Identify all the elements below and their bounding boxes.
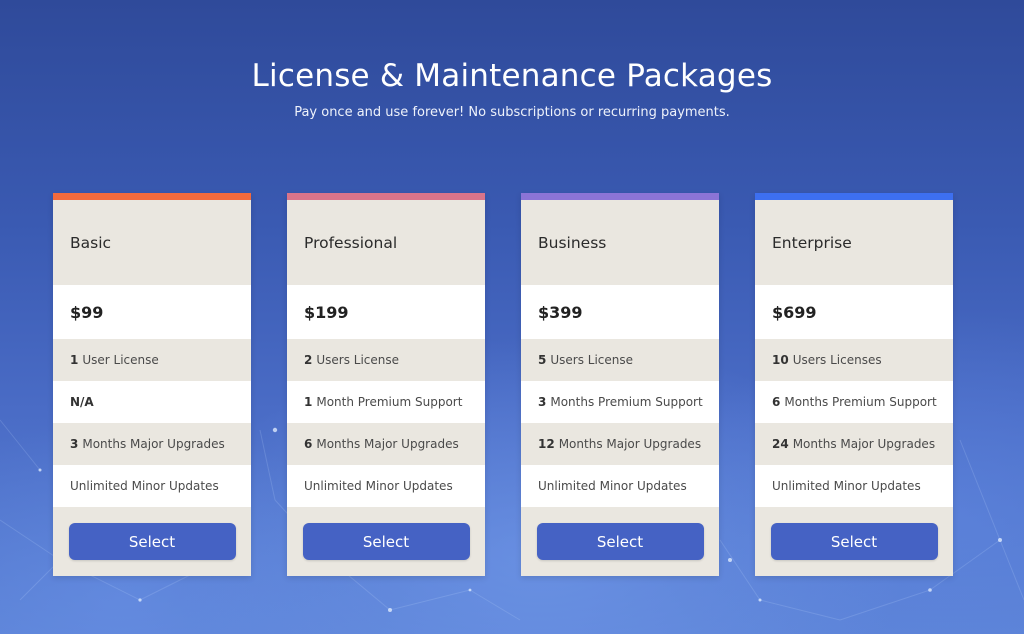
- page-subtitle: Pay once and use forever! No subscriptio…: [294, 105, 730, 120]
- pricing-card-enterprise: Enterprise $699 10 Users Licenses 6 Mont…: [755, 193, 953, 576]
- feature-license: 2 Users License: [287, 339, 485, 381]
- card-accent-bar: [287, 193, 485, 200]
- pricing-card-professional: Professional $199 2 Users License 1 Mont…: [287, 193, 485, 576]
- feature-updates: Unlimited Minor Updates: [521, 465, 719, 507]
- card-accent-bar: [755, 193, 953, 200]
- card-accent-bar: [53, 193, 251, 200]
- select-professional-button[interactable]: Select: [302, 523, 470, 560]
- feature-text: Months Premium Support: [550, 395, 703, 409]
- card-accent-bar: [521, 193, 719, 200]
- feature-upgrades: 12 Months Major Upgrades: [521, 423, 719, 465]
- feature-qty: 2: [304, 353, 313, 367]
- feature-license: 5 Users License: [521, 339, 719, 381]
- plan-price: $699: [755, 285, 953, 339]
- feature-text: Months Premium Support: [784, 395, 937, 409]
- feature-updates: Unlimited Minor Updates: [755, 465, 953, 507]
- feature-qty: 6: [304, 437, 313, 451]
- feature-text: Users License: [316, 353, 400, 367]
- page-title: License & Maintenance Packages: [251, 58, 773, 94]
- feature-license: 10 Users Licenses: [755, 339, 953, 381]
- feature-qty: 1: [70, 353, 79, 367]
- feature-upgrades: 24 Months Major Upgrades: [755, 423, 953, 465]
- feature-qty: 12: [538, 437, 555, 451]
- feature-qty: 10: [772, 353, 789, 367]
- plan-header: Basic: [53, 200, 251, 285]
- feature-updates: Unlimited Minor Updates: [287, 465, 485, 507]
- button-area: Select: [287, 507, 485, 576]
- plan-name: Professional: [304, 233, 398, 252]
- pricing-card-business: Business $399 5 Users License 3 Months P…: [521, 193, 719, 576]
- feature-qty: 5: [538, 353, 547, 367]
- button-area: Select: [755, 507, 953, 576]
- feature-qty: 1: [304, 395, 313, 409]
- feature-text: Users License: [550, 353, 634, 367]
- plan-header: Enterprise: [755, 200, 953, 285]
- plan-header: Business: [521, 200, 719, 285]
- plan-price: $399: [521, 285, 719, 339]
- page-header: License & Maintenance Packages Pay once …: [0, 54, 1024, 120]
- feature-text: Months Major Upgrades: [558, 437, 702, 451]
- plan-header: Professional: [287, 200, 485, 285]
- feature-license: 1 User License: [53, 339, 251, 381]
- feature-text: Months Major Upgrades: [316, 437, 459, 451]
- select-enterprise-button[interactable]: Select: [770, 523, 938, 560]
- select-business-button[interactable]: Select: [536, 523, 704, 560]
- feature-upgrades: 6 Months Major Upgrades: [287, 423, 485, 465]
- feature-qty: 6: [772, 395, 781, 409]
- feature-qty: 24: [772, 437, 789, 451]
- feature-support: 6 Months Premium Support: [755, 381, 953, 423]
- plan-price: $99: [53, 285, 251, 339]
- select-basic-button[interactable]: Select: [68, 523, 236, 560]
- feature-text: Month Premium Support: [316, 395, 463, 409]
- pricing-card-basic: Basic $99 1 User License N/A 3 Months Ma…: [53, 193, 251, 576]
- plan-name: Enterprise: [772, 233, 852, 252]
- feature-upgrades: 3 Months Major Upgrades: [53, 423, 251, 465]
- feature-support: N/A: [53, 381, 251, 423]
- button-area: Select: [521, 507, 719, 576]
- plan-name: Business: [538, 233, 607, 252]
- feature-text: Months Major Upgrades: [82, 437, 225, 451]
- plan-name: Basic: [70, 233, 112, 252]
- feature-qty: 3: [70, 437, 79, 451]
- feature-text: Months Major Upgrades: [792, 437, 936, 451]
- feature-support: 3 Months Premium Support: [521, 381, 719, 423]
- feature-updates: Unlimited Minor Updates: [53, 465, 251, 507]
- feature-text: User License: [82, 353, 159, 367]
- plan-price: $199: [287, 285, 485, 339]
- button-area: Select: [53, 507, 251, 576]
- feature-text: Users Licenses: [792, 353, 882, 367]
- feature-qty: 3: [538, 395, 547, 409]
- feature-support: 1 Month Premium Support: [287, 381, 485, 423]
- feature-text: N/A: [70, 395, 94, 409]
